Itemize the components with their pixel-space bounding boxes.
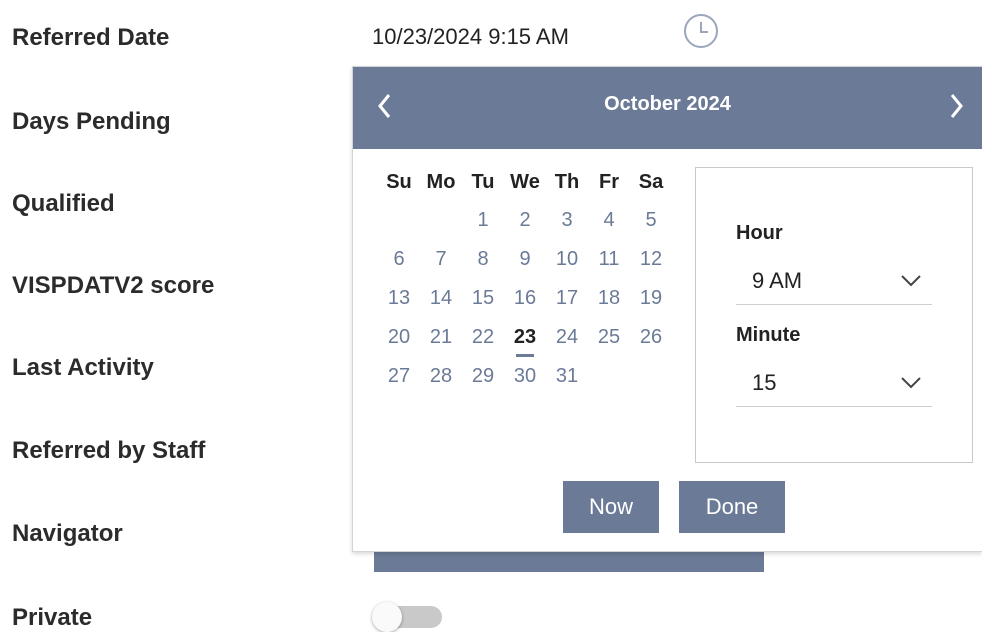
calendar-day[interactable]: 5 — [631, 209, 671, 232]
label-vispdatv2-score: VISPDATV2 score — [12, 272, 215, 299]
weekday-label: Mo — [426, 171, 456, 193]
calendar-day[interactable]: 1 — [463, 209, 503, 232]
date-time-picker: October 2024 Su Mo Tu We Th Fr Sa 1 2 3 4 5 6 7 8 9 10 11… — [352, 66, 982, 552]
calendar-day[interactable]: 7 — [421, 248, 461, 271]
calendar-day[interactable]: 16 — [505, 287, 545, 310]
calendar-day[interactable]: 4 — [589, 209, 629, 232]
calendar-day[interactable]: 31 — [547, 365, 587, 388]
calendar-day[interactable]: 28 — [421, 365, 461, 388]
weekday-label: Tu — [471, 171, 495, 193]
weekday-label: Sa — [638, 171, 664, 193]
calendar-day[interactable]: 8 — [463, 248, 503, 271]
calendar-day-selected[interactable]: 23 — [505, 326, 545, 357]
calendar-day[interactable]: 11 — [589, 248, 629, 271]
picker-header: October 2024 — [353, 67, 982, 149]
label-last-activity: Last Activity — [12, 354, 154, 381]
chevron-down-icon — [901, 377, 921, 389]
calendar-day[interactable]: 25 — [589, 326, 629, 349]
calendar-day[interactable]: 14 — [421, 287, 461, 310]
calendar-day[interactable]: 12 — [631, 248, 671, 271]
calendar-day[interactable]: 30 — [505, 365, 545, 388]
referred-date-input[interactable]: 10/23/2024 9:15 AM — [372, 24, 569, 50]
calendar-day[interactable]: 2 — [505, 209, 545, 232]
calendar-day[interactable]: 21 — [421, 326, 461, 349]
label-referred-date: Referred Date — [12, 24, 170, 51]
done-button[interactable]: Done — [679, 481, 785, 533]
calendar-day[interactable]: 17 — [547, 287, 587, 310]
private-toggle[interactable] — [372, 602, 444, 632]
calendar-day[interactable]: 27 — [379, 365, 419, 388]
weekday-label: Su — [386, 171, 412, 193]
weekday-label: Fr — [599, 171, 619, 193]
chevron-right-icon[interactable] — [942, 81, 982, 131]
calendar-day[interactable]: 18 — [589, 287, 629, 310]
calendar-day[interactable]: 24 — [547, 326, 587, 349]
calendar-day[interactable]: 15 — [463, 287, 503, 310]
label-days-pending: Days Pending — [12, 108, 171, 135]
calendar-day[interactable]: 22 — [463, 326, 503, 349]
label-qualified: Qualified — [12, 190, 115, 217]
calendar-day[interactable]: 3 — [547, 209, 587, 232]
hour-select[interactable]: 9 AM — [736, 262, 932, 305]
label-referred-by-staff: Referred by Staff — [12, 437, 206, 464]
calendar-day[interactable]: 29 — [463, 365, 503, 388]
calendar-day[interactable]: 13 — [379, 287, 419, 310]
minute-value: 15 — [752, 370, 777, 395]
weekday-label: We — [510, 171, 540, 193]
hour-value: 9 AM — [752, 268, 803, 293]
calendar-day[interactable]: 19 — [631, 287, 671, 310]
label-private: Private — [12, 604, 93, 631]
minute-label: Minute — [736, 324, 801, 346]
clock-icon[interactable] — [682, 12, 720, 50]
hour-label: Hour — [736, 222, 783, 244]
now-button[interactable]: Now — [563, 481, 659, 533]
calendar-day[interactable]: 10 — [547, 248, 587, 271]
calendar-day[interactable]: 6 — [379, 248, 419, 271]
toggle-knob — [372, 602, 402, 632]
weekday-label: Th — [554, 171, 580, 193]
month-label: October 2024 — [604, 93, 731, 115]
calendar-day[interactable]: 9 — [505, 248, 545, 271]
label-navigator: Navigator — [12, 520, 123, 547]
minute-select[interactable]: 15 — [736, 364, 932, 407]
calendar-day[interactable]: 26 — [631, 326, 671, 349]
time-panel: Hour 9 AM Minute 15 — [695, 167, 973, 463]
chevron-down-icon — [901, 275, 921, 287]
calendar-day[interactable]: 20 — [379, 326, 419, 349]
